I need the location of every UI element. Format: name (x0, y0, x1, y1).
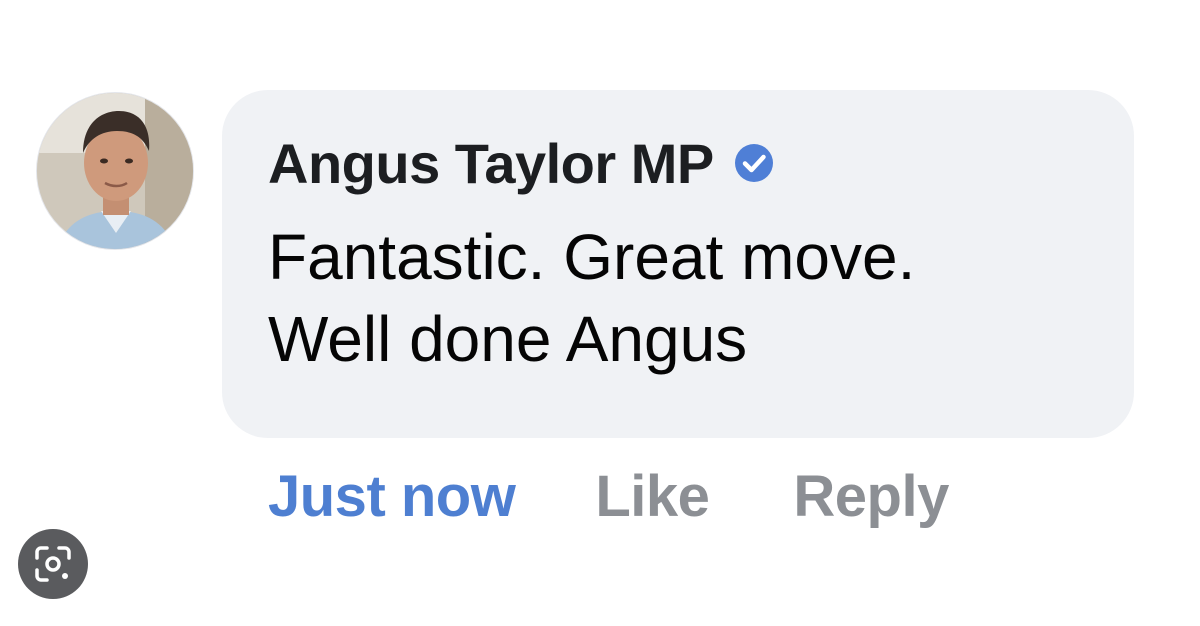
timestamp-link[interactable]: Just now (268, 463, 516, 530)
comment-screenshot: Angus Taylor MP Fantastic. Great move. W… (0, 0, 1200, 626)
author-name[interactable]: Angus Taylor MP (268, 131, 714, 196)
author-row: Angus Taylor MP (268, 128, 774, 198)
like-button[interactable]: Like (595, 463, 710, 530)
comment-actions: Just now Like Reply (268, 456, 949, 536)
verified-badge-icon (734, 143, 774, 183)
visual-search-button[interactable] (18, 529, 88, 599)
comment-text: Fantastic. Great move. Well done Angus (268, 221, 916, 375)
author-avatar[interactable] (36, 92, 194, 250)
visual-search-icon (35, 546, 71, 582)
reply-button[interactable]: Reply (793, 463, 949, 530)
profile-photo-icon (37, 93, 193, 249)
comment-bubble: Angus Taylor MP Fantastic. Great move. W… (222, 90, 1134, 438)
